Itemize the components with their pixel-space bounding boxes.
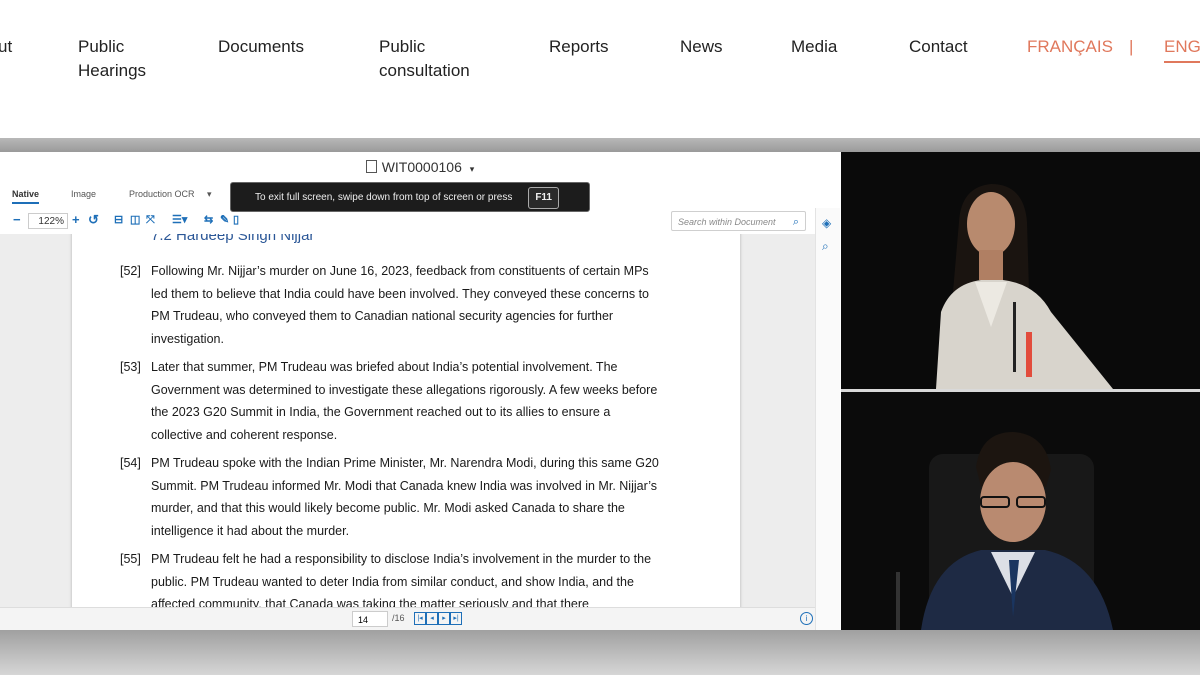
paragraph-number: [54] xyxy=(120,456,141,470)
section-heading: 7.2 Hardeep Singh Nijjar xyxy=(151,234,315,244)
presentation-frame-top xyxy=(0,138,1200,152)
search-placeholder: Search within Document xyxy=(678,217,776,227)
nav-item-media[interactable]: Media xyxy=(791,35,837,59)
document-page: 7.2 Hardeep Singh Nijjar [52] Following … xyxy=(72,234,740,607)
page-navigation-bar: 14 /16 |◂ ◂ ▸ ▸| i xyxy=(0,607,815,630)
last-page-icon[interactable]: ▸| xyxy=(450,612,462,625)
rotate-icon[interactable]: ↺ xyxy=(88,212,99,228)
annotate-tool-icon[interactable]: ✎ xyxy=(220,212,229,228)
first-page-icon[interactable]: |◂ xyxy=(414,612,426,625)
presentation-frame-bottom xyxy=(0,630,1200,675)
counsel-video-image xyxy=(841,152,1200,389)
nav-item-news[interactable]: News xyxy=(680,35,723,59)
previous-page-icon[interactable]: ◂ xyxy=(426,612,438,625)
language-link-english[interactable]: ENG xyxy=(1164,35,1200,63)
language-separator: | xyxy=(1129,37,1134,56)
nav-item-documents[interactable]: Documents xyxy=(218,35,304,59)
chevron-down-icon[interactable]: ▾ xyxy=(470,164,475,174)
search-icon[interactable]: ⌕ xyxy=(793,212,799,232)
zoom-in-icon[interactable]: + xyxy=(72,212,80,228)
video-feed-witness xyxy=(841,392,1200,630)
document-title-bar[interactable]: WIT0000106 ▾ xyxy=(0,152,840,182)
language-link-french[interactable]: FRANÇAIS xyxy=(1027,35,1113,59)
document-title: WIT0000106 xyxy=(381,159,462,175)
fullscreen-key-badge: F11 xyxy=(528,187,559,209)
paragraph-number: [55] xyxy=(120,552,141,566)
zoom-level-input[interactable]: 122% xyxy=(28,213,68,229)
paragraph-number: [52] xyxy=(120,264,141,278)
nav-item-about[interactable]: ut xyxy=(0,35,12,59)
witness-video-image xyxy=(841,392,1200,630)
nav-item-public-hearings[interactable]: Public Hearings xyxy=(78,35,188,83)
viewer-side-rail: ◈ ⌕ xyxy=(815,208,840,630)
layers-icon[interactable]: ◈ xyxy=(822,216,831,230)
fullscreen-message: To exit full screen, swipe down from top… xyxy=(255,192,513,203)
paragraph-number: [53] xyxy=(120,360,141,374)
highlight-tool-icon[interactable]: ⇆ xyxy=(204,212,213,228)
nav-item-public-consultation[interactable]: Public consultation xyxy=(379,35,499,83)
fit-width-icon[interactable]: ◫ xyxy=(130,212,140,228)
page-total: /16 xyxy=(392,613,405,623)
document-canvas[interactable]: 7.2 Hardeep Singh Nijjar [52] Following … xyxy=(0,234,815,607)
document-viewer: WIT0000106 ▾ Native Image Production OCR… xyxy=(0,152,840,630)
document-search-input[interactable]: Search within Document ⌕ xyxy=(671,211,806,231)
page-number-input[interactable]: 14 xyxy=(352,611,388,627)
zoom-out-icon[interactable]: − xyxy=(13,212,21,228)
fit-page-icon[interactable]: ⊟ xyxy=(114,212,123,228)
tab-native[interactable]: Native xyxy=(12,189,40,204)
page-layout-icon[interactable]: ☰▾ xyxy=(172,212,187,228)
nav-item-reports[interactable]: Reports xyxy=(549,35,609,59)
tab-image[interactable]: Image xyxy=(71,189,96,199)
paragraph-55: [55] PM Trudeau felt he had a responsibi… xyxy=(120,548,660,607)
next-page-icon[interactable]: ▸ xyxy=(438,612,450,625)
paragraph-text: Following Mr. Nijjar’s murder on June 16… xyxy=(151,264,650,346)
paragraph-text: PM Trudeau felt he had a responsibility … xyxy=(151,552,652,607)
search-icon[interactable]: ⌕ xyxy=(822,239,829,254)
video-feed-counsel xyxy=(841,152,1200,389)
nav-item-contact[interactable]: Contact xyxy=(909,35,968,59)
fullscreen-icon[interactable]: ⤧ xyxy=(146,212,155,228)
paragraph-text: Later that summer, PM Trudeau was briefe… xyxy=(151,360,658,442)
paragraph-54: [54] PM Trudeau spoke with the Indian Pr… xyxy=(120,452,660,542)
site-navigation: ut Public Hearings Documents Public cons… xyxy=(0,0,1200,138)
document-file-icon xyxy=(365,160,377,173)
tab-production-ocr[interactable]: Production OCR xyxy=(129,189,195,199)
info-icon[interactable]: i xyxy=(800,612,813,625)
paragraph-text: PM Trudeau spoke with the Indian Prime M… xyxy=(151,456,659,538)
document-toolbar: − 122% + ↺ ⊟ ◫ ⤧ ☰▾ ⇆ ✎ ▯ Search within … xyxy=(0,208,815,235)
paragraph-52: [52] Following Mr. Nijjar’s murder on Ju… xyxy=(120,260,660,350)
document-icon[interactable]: ▯ xyxy=(233,212,239,228)
chevron-down-icon[interactable]: ▾ xyxy=(207,189,212,200)
paragraph-53: [53] Later that summer, PM Trudeau was b… xyxy=(120,356,660,446)
